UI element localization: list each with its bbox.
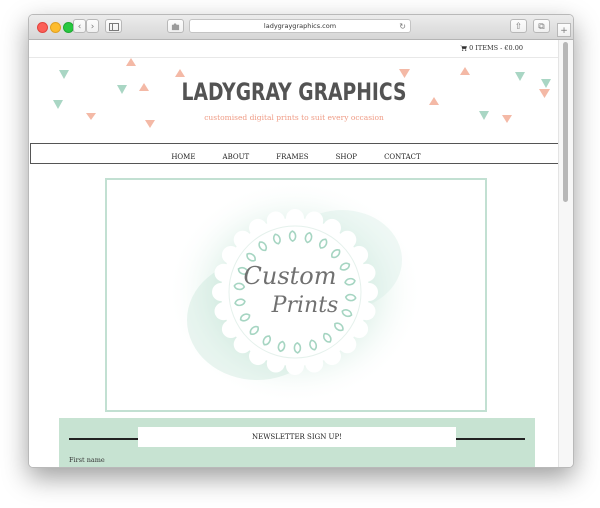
nav-about[interactable]: ABOUT	[223, 147, 250, 167]
site-title[interactable]: LADYGRAY GRAPHICS	[87, 78, 500, 106]
tabs-button[interactable]: ⧉	[533, 19, 550, 33]
back-icon: ‹	[77, 22, 82, 32]
extensions-button[interactable]	[167, 19, 184, 33]
address-bar[interactable]: ladygraygraphics.com ↻	[189, 19, 411, 33]
page-scrollbar[interactable]	[558, 40, 573, 467]
new-tab-button[interactable]: +	[557, 23, 571, 37]
plus-icon: +	[560, 26, 568, 36]
site-header: LADYGRAY GRAPHICS customised digital pri…	[29, 58, 559, 142]
hero-line2: Prints	[271, 293, 339, 318]
tabs-icon: ⧉	[538, 22, 545, 32]
sidebar-button[interactable]	[105, 19, 122, 33]
forward-icon: ›	[90, 22, 95, 32]
newsletter-section: NEWSLETTER SIGN UP! First name	[59, 418, 535, 467]
reload-icon[interactable]: ↻	[399, 20, 406, 33]
hero-line1: Custom	[244, 262, 337, 290]
nav-home[interactable]: HOME	[171, 147, 195, 167]
newsletter-heading: NEWSLETTER SIGN UP!	[138, 427, 456, 447]
browser-window: ‹ › ladygraygraphics.com ↻ ⇧ ⧉ + 0 ITEMS…	[28, 14, 574, 468]
web-page: 0 ITEMS - €0.00 LADYGRAY GRAPHICS custom…	[29, 40, 559, 467]
browser-toolbar: ‹ › ladygraygraphics.com ↻ ⇧ ⧉ +	[29, 15, 573, 40]
cart-summary: 0 ITEMS - €0.00	[469, 44, 523, 52]
nav-shop[interactable]: SHOP	[336, 147, 357, 167]
share-icon: ⇧	[514, 22, 523, 32]
back-button[interactable]: ‹	[73, 19, 86, 33]
cart-link[interactable]: 0 ITEMS - €0.00	[29, 40, 559, 58]
first-name-label: First name	[69, 456, 105, 464]
custom-prints-logo: Custom Prints	[167, 180, 423, 404]
cart-icon	[460, 45, 467, 51]
hero-banner[interactable]: Custom Prints	[105, 178, 487, 412]
share-button[interactable]: ⇧	[510, 19, 527, 33]
sidebar-icon	[108, 23, 119, 31]
url-text: ladygraygraphics.com	[263, 22, 337, 30]
minimize-window-button[interactable]	[50, 22, 61, 33]
forward-button[interactable]: ›	[86, 19, 99, 33]
scrollbar-thumb[interactable]	[563, 42, 568, 202]
nav-contact[interactable]: CONTACT	[384, 147, 421, 167]
site-tagline: customised digital prints to suit every …	[204, 113, 384, 122]
close-window-button[interactable]	[37, 22, 48, 33]
main-navigation: HOME ABOUT FRAMES SHOP CONTACT	[30, 143, 559, 164]
nav-frames[interactable]: FRAMES	[276, 147, 308, 167]
puzzle-icon	[171, 23, 180, 31]
